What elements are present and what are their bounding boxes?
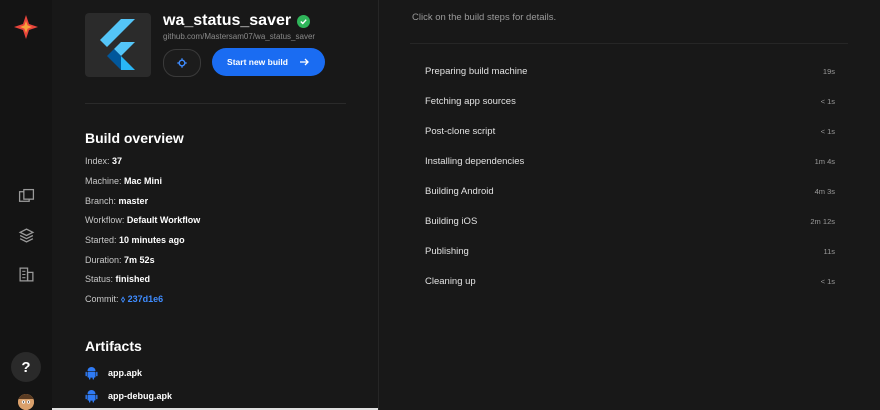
step-duration: 2m 12s <box>810 216 835 226</box>
divider <box>410 43 848 44</box>
step-duration: < 1s <box>820 126 835 136</box>
divider <box>85 103 346 104</box>
step-name: Post-clone script <box>425 125 496 137</box>
codemagic-logo-icon[interactable] <box>13 14 39 40</box>
step-name: Cleaning up <box>425 275 476 287</box>
android-icon <box>85 367 98 380</box>
gear-icon <box>177 58 187 68</box>
app-name: wa_status_saver <box>163 12 292 29</box>
start-new-build-label: Start new build <box>227 57 288 67</box>
sidebar: ? <box>0 0 53 410</box>
overview-row-index: Index: 37 <box>85 156 123 166</box>
artifact-name: app-debug.apk <box>108 391 173 401</box>
build-step[interactable]: Publishing 11s <box>425 244 835 258</box>
billing-icon[interactable] <box>18 266 35 283</box>
artifact-item[interactable]: app.apk <box>85 366 142 380</box>
help-button[interactable]: ? <box>11 352 41 382</box>
verified-check-icon <box>297 14 311 28</box>
step-duration: 4m 3s <box>814 186 835 196</box>
build-step[interactable]: Installing dependencies 1m 4s <box>425 154 835 168</box>
step-name: Preparing build machine <box>425 65 528 77</box>
build-step[interactable]: Cleaning up < 1s <box>425 274 835 288</box>
build-steps-panel: Click on the build steps for details. Pr… <box>379 0 880 410</box>
flutter-logo-icon <box>100 19 135 70</box>
build-step[interactable]: Building iOS 2m 12s <box>425 214 835 228</box>
step-name: Fetching app sources <box>425 95 516 107</box>
step-duration: 11s <box>823 246 835 256</box>
step-name: Building Android <box>425 185 494 197</box>
overview-row-duration: Duration: 7m 52s <box>85 255 155 265</box>
build-overview-title: Build overview <box>85 130 184 146</box>
artifacts-title: Artifacts <box>85 338 142 354</box>
repo-link[interactable]: github.com/Mastersam07/wa_status_saver <box>163 32 315 41</box>
step-duration: 19s <box>822 66 835 76</box>
build-step[interactable]: Fetching app sources < 1s <box>425 94 835 108</box>
step-name: Building iOS <box>425 215 478 227</box>
artifact-name: app.apk <box>108 368 143 378</box>
app-icon <box>85 13 151 77</box>
overview-row-status: Status: finished <box>85 274 151 284</box>
step-duration: < 1s <box>820 96 835 106</box>
build-steps-hint: Click on the build steps for details. <box>412 12 557 23</box>
build-step[interactable]: Post-clone script < 1s <box>425 124 835 138</box>
overview-row-machine: Machine: Mac Mini <box>85 176 163 186</box>
avatar[interactable] <box>18 394 34 410</box>
build-step[interactable]: Preparing build machine 19s <box>425 64 835 78</box>
app-title: wa_status_saver <box>163 12 311 30</box>
overview-row-branch: Branch: master <box>85 196 149 206</box>
build-step[interactable]: Building Android 4m 3s <box>425 184 835 198</box>
step-duration: < 1s <box>820 276 835 286</box>
android-icon <box>85 390 98 403</box>
apps-icon[interactable] <box>18 188 35 205</box>
overview-row-commit: Commit: ⬨ 237d1e6 <box>85 294 164 304</box>
arrow-right-icon <box>299 58 309 66</box>
step-name: Publishing <box>425 245 469 257</box>
step-duration: 1m 4s <box>814 156 835 166</box>
artifact-item[interactable]: app-debug.apk <box>85 389 172 403</box>
build-info-panel: wa_status_saver github.com/Mastersam07/w… <box>52 0 379 410</box>
start-new-build-button[interactable]: Start new build <box>212 48 325 76</box>
step-name: Installing dependencies <box>425 155 525 167</box>
overview-row-started: Started: 10 minutes ago <box>85 235 185 245</box>
layers-icon[interactable] <box>18 227 35 244</box>
settings-button[interactable] <box>163 49 201 77</box>
overview-row-workflow: Workflow: Default Workflow <box>85 215 201 225</box>
commit-link[interactable]: ⬨ 237d1e6 <box>121 294 163 304</box>
